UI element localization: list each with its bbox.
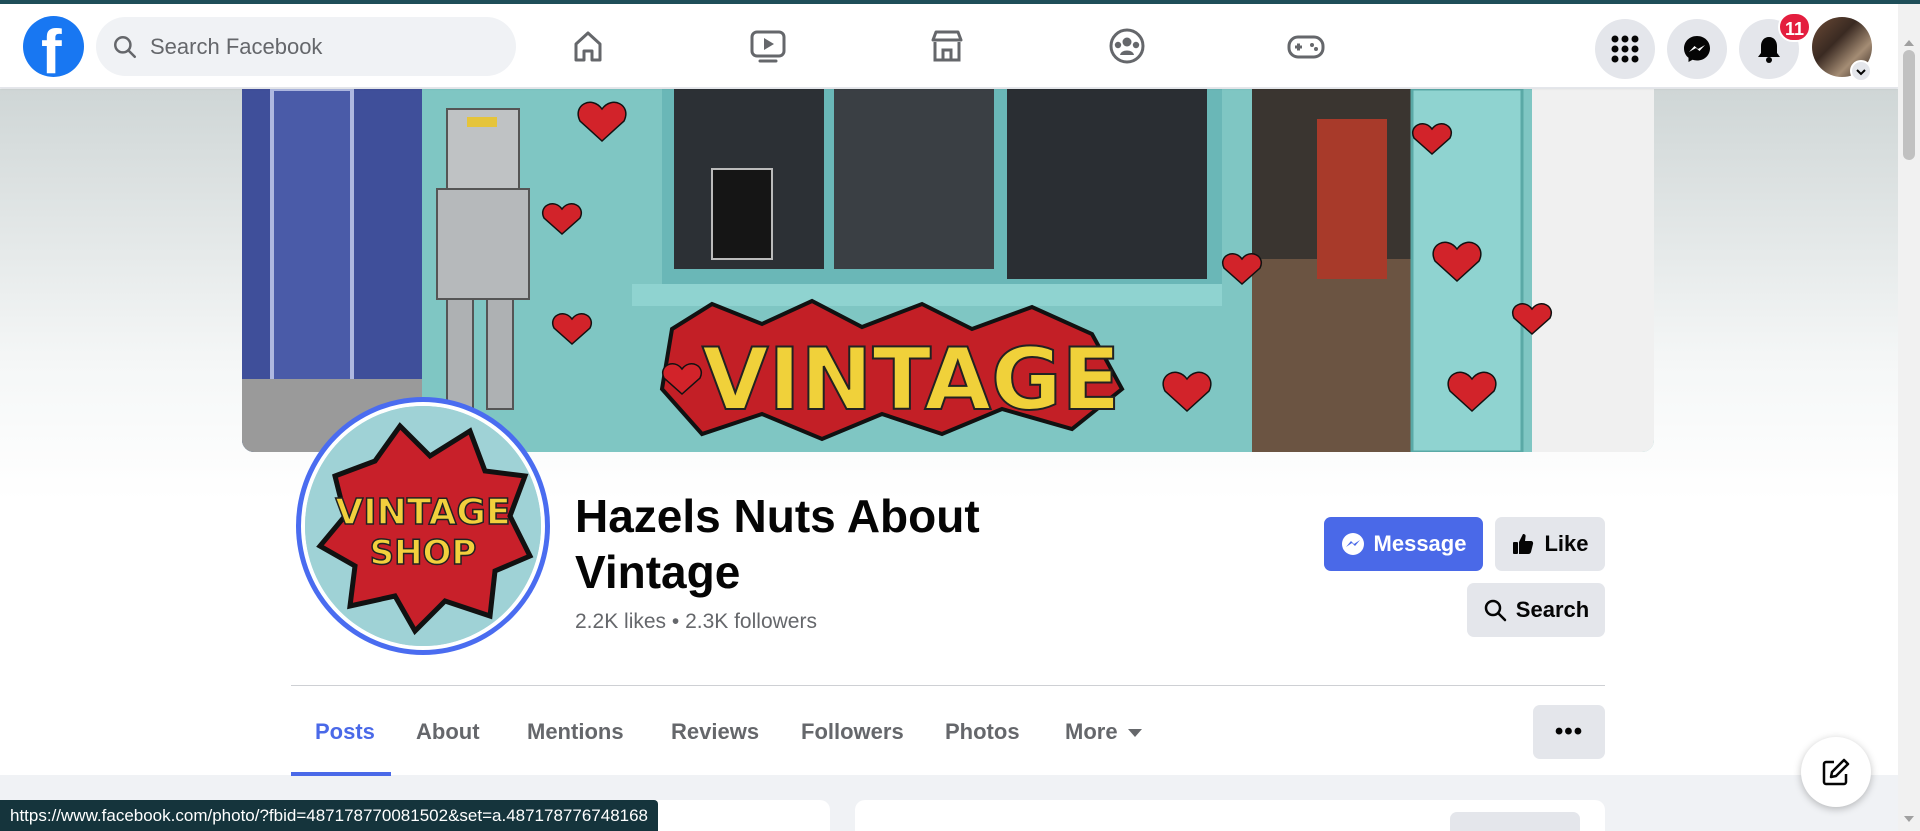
header-divider <box>291 685 1605 686</box>
message-button-label: Message <box>1373 531 1467 556</box>
facebook-logo-letter: f <box>41 18 62 77</box>
facebook-logo[interactable]: f <box>23 16 84 77</box>
scrollbar-thumb[interactable] <box>1903 50 1915 160</box>
tab-followers[interactable]: Followers <box>777 700 928 776</box>
tab-label: Followers <box>801 719 904 744</box>
compose-icon <box>1822 758 1850 786</box>
tab-label: Photos <box>945 719 1020 744</box>
tab-more[interactable]: More <box>1041 700 1166 776</box>
caret-down-icon <box>1127 729 1142 738</box>
menu-grid-icon <box>1611 35 1639 63</box>
new-message-button[interactable] <box>1801 737 1871 807</box>
messenger-icon <box>1341 533 1364 555</box>
messenger-button[interactable] <box>1667 19 1727 79</box>
top-navigation-bar: f 11 <box>0 4 1898 88</box>
tab-label: Reviews <box>671 719 760 744</box>
facebook-search[interactable] <box>96 17 516 76</box>
cover-photo[interactable]: VINTAGE <box>242 89 1654 452</box>
menu-button[interactable] <box>1595 19 1655 79</box>
tab-mentions[interactable]: Mentions <box>503 700 648 776</box>
search-icon <box>114 36 136 58</box>
marketplace-icon[interactable] <box>927 26 967 66</box>
page-title: Hazels Nuts About Vintage <box>575 490 980 598</box>
scroll-down-arrow-icon[interactable] <box>1904 816 1914 822</box>
like-button[interactable]: Like <box>1495 517 1605 571</box>
filters-button[interactable] <box>1450 812 1580 831</box>
groups-icon[interactable] <box>1107 26 1147 66</box>
tab-about[interactable]: About <box>392 700 504 776</box>
messenger-icon <box>1684 36 1710 62</box>
tab-reviews[interactable]: Reviews <box>647 700 783 776</box>
cover-sign-text: VINTAGE <box>702 330 1120 430</box>
notifications-icon <box>1758 37 1780 63</box>
page-search-button-label: Search <box>1515 597 1590 622</box>
tab-photos[interactable]: Photos <box>921 700 1044 776</box>
profile-text-line1: VINTAGE <box>335 492 510 533</box>
chevron-down-icon <box>1856 69 1866 76</box>
tab-posts[interactable]: Posts <box>291 700 391 776</box>
browser-status-url: https://www.facebook.com/photo/?fbid=487… <box>0 800 659 831</box>
cover-photo-art: VINTAGE <box>242 89 1654 452</box>
posts-card <box>855 800 1605 831</box>
search-input[interactable] <box>150 17 490 76</box>
watch-icon[interactable] <box>748 26 788 66</box>
profile-text-line2: SHOP <box>370 533 477 573</box>
profile-picture-art: VINTAGE SHOP <box>305 406 541 646</box>
scroll-up-arrow-icon[interactable] <box>1904 40 1914 46</box>
tab-label: More <box>1065 719 1118 744</box>
page-search-button[interactable]: Search <box>1467 583 1605 637</box>
tab-label: Mentions <box>527 719 624 744</box>
search-icon <box>1484 599 1507 622</box>
page-scrollbar[interactable] <box>1898 4 1920 831</box>
thumbs-up-icon <box>1513 534 1534 554</box>
tab-label: About <box>416 719 480 744</box>
more-options-button[interactable]: ••• <box>1533 705 1605 759</box>
tab-label: Posts <box>315 719 375 744</box>
home-icon[interactable] <box>568 26 608 66</box>
notification-count-badge: 11 <box>1778 12 1812 42</box>
like-button-label: Like <box>1544 531 1589 556</box>
message-button[interactable]: Message <box>1324 517 1483 571</box>
profile-picture[interactable]: VINTAGE SHOP <box>296 397 550 655</box>
account-menu-button[interactable] <box>1850 60 1872 82</box>
gaming-icon[interactable] <box>1286 26 1326 66</box>
page-stats[interactable]: 2.2K likes • 2.3K followers <box>575 610 817 634</box>
